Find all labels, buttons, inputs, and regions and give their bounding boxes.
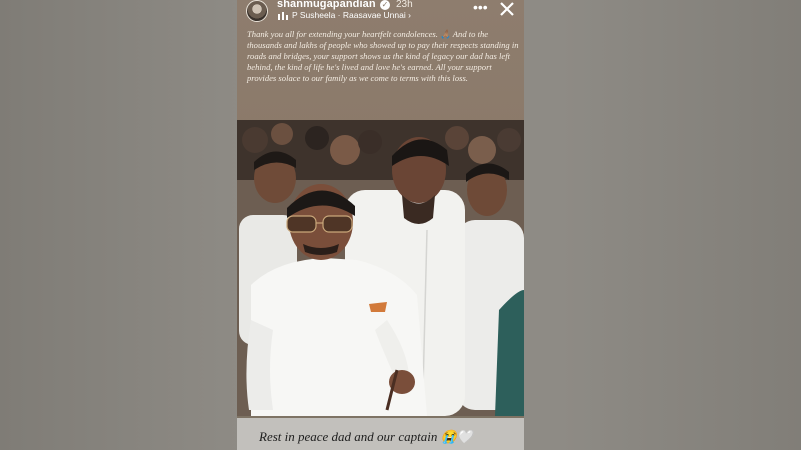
verified-badge-icon: ✓ (380, 0, 390, 10)
timestamp: 23h (396, 0, 413, 10)
footer-caption: Rest in peace dad and our captain 😭🤍 (259, 429, 473, 444)
music-label: P Susheela · Raasavae Unnai (292, 10, 406, 20)
avatar[interactable] (246, 0, 268, 22)
footer-caption-bar: Rest in peace dad and our captain 😭🤍 (237, 418, 524, 450)
music-sticker[interactable]: P Susheela · Raasavae Unnai › (292, 10, 411, 20)
crowd-photo-illustration (237, 120, 524, 416)
close-icon[interactable] (499, 1, 515, 17)
story-viewer: shanmugapandian ✓ 23h P Susheela · Raasa… (237, 0, 524, 450)
story-caption: Thank you all for extending your heartfe… (247, 29, 519, 83)
story-photo (237, 120, 524, 416)
story-header: shanmugapandian ✓ 23h P Susheela · Raasa… (237, 0, 524, 26)
music-bars-icon (278, 12, 288, 20)
more-options-icon[interactable]: ••• (473, 0, 488, 14)
username[interactable]: shanmugapandian (277, 0, 376, 10)
chevron-right-icon: › (408, 10, 411, 20)
